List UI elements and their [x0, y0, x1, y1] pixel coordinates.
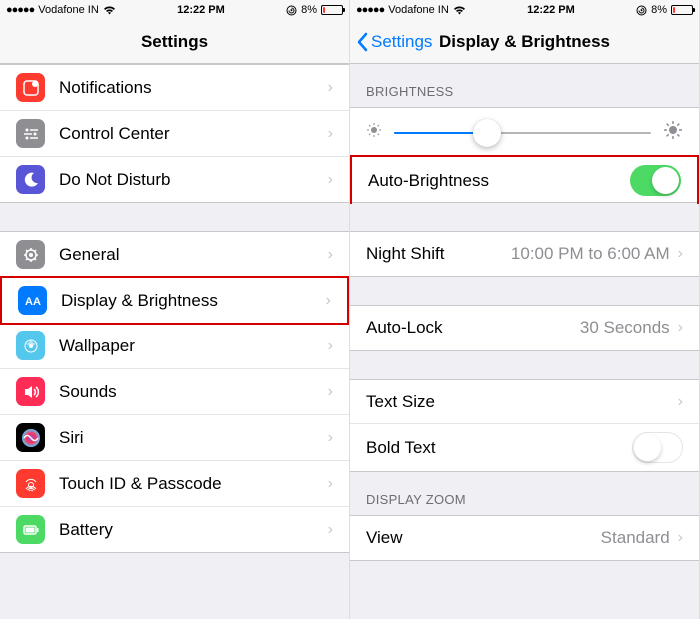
settings-row-touchid[interactable]: Touch ID & Passcode›: [0, 461, 349, 507]
battery-icon: [321, 5, 343, 15]
row-label: Battery: [59, 520, 328, 540]
chevron-right-icon: ›: [678, 245, 683, 263]
nav-bar: Settings Display & Brightness: [350, 20, 699, 64]
night-shift-label: Night Shift: [366, 244, 511, 264]
signal-dots-icon: ●●●●●: [6, 4, 34, 16]
text-size-row[interactable]: Text Size ›: [350, 380, 699, 424]
slider-thumb[interactable]: [473, 119, 501, 147]
row-label: Touch ID & Passcode: [59, 474, 328, 494]
chevron-right-icon: ›: [328, 475, 333, 493]
brightness-slider-row: [350, 108, 699, 157]
row-label: Wallpaper: [59, 336, 328, 356]
rotation-lock-icon: [636, 5, 647, 16]
wifi-icon: [453, 5, 466, 15]
auto-brightness-row[interactable]: Auto-Brightness: [350, 155, 699, 204]
settings-row-wallpaper[interactable]: Wallpaper›: [0, 323, 349, 369]
settings-row-battery[interactable]: Battery›: [0, 507, 349, 552]
chevron-right-icon: ›: [328, 79, 333, 97]
row-label: Control Center: [59, 124, 328, 144]
auto-lock-label: Auto-Lock: [366, 318, 580, 338]
chevron-right-icon: ›: [328, 521, 333, 539]
wifi-icon: [103, 5, 116, 15]
display-brightness-screen: ●●●●● Vodafone IN 12:22 PM 8% Settings D…: [350, 0, 700, 619]
night-shift-detail: 10:00 PM to 6:00 AM: [511, 244, 670, 264]
chevron-right-icon: ›: [328, 429, 333, 447]
night-shift-row[interactable]: Night Shift 10:00 PM to 6:00 AM ›: [350, 232, 699, 276]
battery-icon: [16, 515, 45, 544]
clock-label: 12:22 PM: [527, 4, 575, 16]
settings-row-sounds[interactable]: Sounds›: [0, 369, 349, 415]
chevron-right-icon: ›: [328, 171, 333, 189]
nav-bar: Settings: [0, 20, 349, 64]
carrier-label: Vodafone IN: [38, 4, 99, 16]
chevron-right-icon: ›: [328, 337, 333, 355]
control-center-icon: [16, 119, 45, 148]
chevron-left-icon: [356, 32, 368, 52]
row-label: Sounds: [59, 382, 328, 402]
row-label: General: [59, 245, 328, 265]
view-detail: Standard: [601, 528, 670, 548]
bold-text-row[interactable]: Bold Text: [350, 424, 699, 471]
notifications-icon: [16, 73, 45, 102]
status-bar: ●●●●● Vodafone IN 12:22 PM 8%: [0, 0, 349, 20]
auto-lock-row[interactable]: Auto-Lock 30 Seconds ›: [350, 306, 699, 350]
chevron-right-icon: ›: [328, 383, 333, 401]
status-bar: ●●●●● Vodafone IN 12:22 PM 8%: [350, 0, 699, 20]
battery-pct-label: 8%: [301, 4, 317, 16]
general-icon: [16, 240, 45, 269]
carrier-label: Vodafone IN: [388, 4, 449, 16]
sun-low-icon: [366, 122, 382, 143]
chevron-right-icon: ›: [678, 319, 683, 337]
siri-icon: [16, 423, 45, 452]
settings-row-control-center[interactable]: Control Center›: [0, 111, 349, 157]
auto-brightness-label: Auto-Brightness: [368, 171, 630, 191]
chevron-right-icon: ›: [678, 529, 683, 547]
settings-row-notifications[interactable]: Notifications›: [0, 65, 349, 111]
settings-row-general[interactable]: General›: [0, 232, 349, 278]
settings-row-dnd[interactable]: Do Not Disturb›: [0, 157, 349, 202]
row-label: Do Not Disturb: [59, 170, 328, 190]
settings-row-display[interactable]: AA Display & Brightness›: [0, 276, 349, 325]
back-label: Settings: [371, 32, 432, 52]
view-label: View: [366, 528, 601, 548]
row-label: Notifications: [59, 78, 328, 98]
settings-row-siri[interactable]: Siri›: [0, 415, 349, 461]
auto-lock-detail: 30 Seconds: [580, 318, 670, 338]
wallpaper-icon: [16, 331, 45, 360]
brightness-slider[interactable]: [394, 132, 651, 134]
brightness-header: BRIGHTNESS: [350, 64, 699, 107]
view-row[interactable]: View Standard ›: [350, 516, 699, 560]
battery-icon: [671, 5, 693, 15]
chevron-right-icon: ›: [328, 125, 333, 143]
bold-text-toggle[interactable]: [632, 432, 683, 463]
settings-list[interactable]: Notifications›Control Center›Do Not Dist…: [0, 64, 349, 619]
chevron-right-icon: ›: [326, 292, 331, 310]
row-label: Display & Brightness: [61, 291, 326, 311]
chevron-right-icon: ›: [328, 246, 333, 264]
row-label: Siri: [59, 428, 328, 448]
nav-title: Settings: [0, 32, 349, 52]
display-icon: AA: [18, 286, 47, 315]
bold-text-label: Bold Text: [366, 438, 632, 458]
clock-label: 12:22 PM: [177, 4, 225, 16]
back-button[interactable]: Settings: [350, 32, 432, 52]
text-size-label: Text Size: [366, 392, 678, 412]
signal-dots-icon: ●●●●●: [356, 4, 384, 16]
battery-pct-label: 8%: [651, 4, 667, 16]
settings-screen: ●●●●● Vodafone IN 12:22 PM 8% Settings N…: [0, 0, 350, 619]
chevron-right-icon: ›: [678, 393, 683, 411]
display-settings-list[interactable]: BRIGHTNESS Auto-Brightness Night Shift 1…: [350, 64, 699, 619]
sounds-icon: [16, 377, 45, 406]
rotation-lock-icon: [286, 5, 297, 16]
touchid-icon: [16, 469, 45, 498]
auto-brightness-toggle[interactable]: [630, 165, 681, 196]
display-zoom-header: DISPLAY ZOOM: [350, 472, 699, 515]
sun-high-icon: [663, 120, 683, 145]
svg-text:AA: AA: [25, 296, 41, 308]
dnd-icon: [16, 165, 45, 194]
